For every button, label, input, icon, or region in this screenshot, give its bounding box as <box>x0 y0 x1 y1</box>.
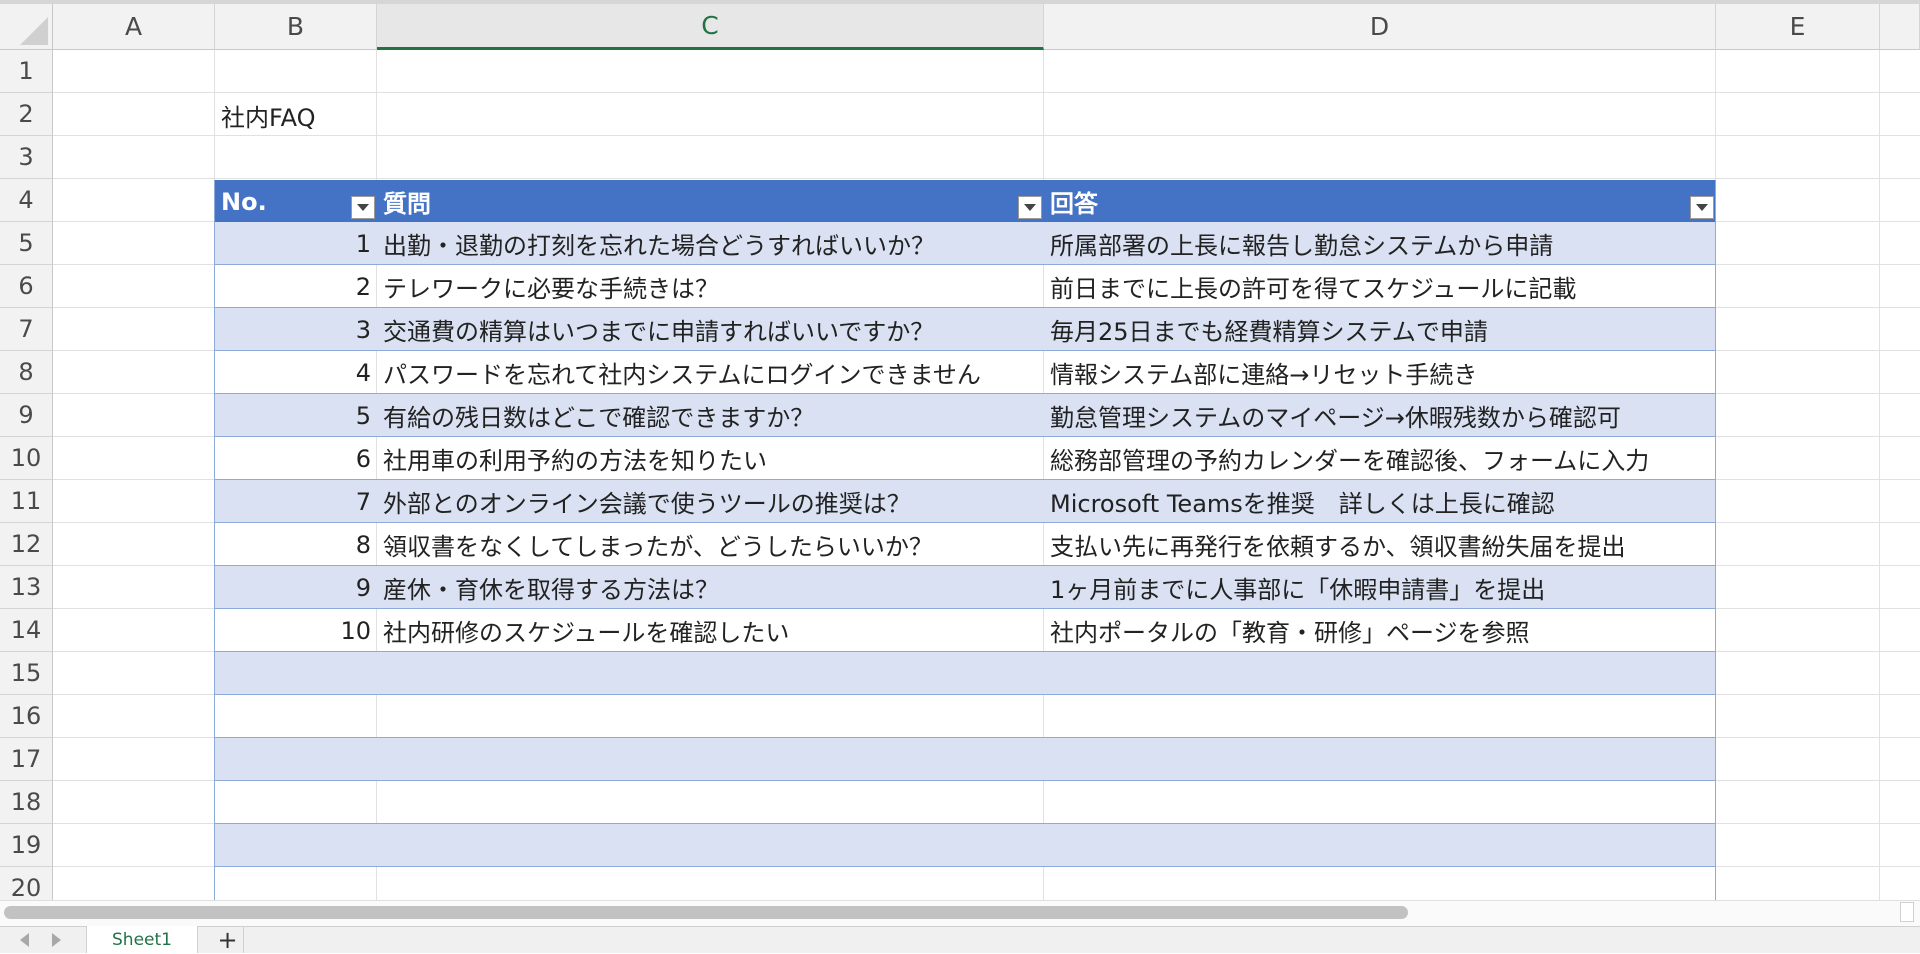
cell-answer[interactable]: 社内ポータルの「教育・研修」ページを参照 <box>1044 609 1716 652</box>
cell-answer[interactable]: Microsoft Teamsを推奨 詳しくは上長に確認 <box>1044 480 1716 523</box>
table-row <box>214 781 1716 824</box>
cell-question[interactable]: 産休・育休を取得する方法は？ <box>377 566 1044 609</box>
cell-question[interactable]: テレワークに必要な手続きは？ <box>377 265 1044 308</box>
cell-no[interactable]: 4 <box>215 351 377 394</box>
cell-question[interactable]: 社用車の利用予約の方法を知りたい <box>377 437 1044 480</box>
tab-scroll-left-icon[interactable] <box>20 933 29 947</box>
row-header[interactable]: 3 <box>0 136 53 179</box>
cell-no[interactable]: 1 <box>215 222 377 265</box>
column-header-b[interactable]: B <box>215 4 377 50</box>
column-header-d[interactable]: D <box>1044 4 1716 50</box>
cell-answer[interactable]: 情報システム部に連絡→リセット手続き <box>1044 351 1716 394</box>
row-header[interactable]: 2 <box>0 93 53 136</box>
cell-no[interactable]: 10 <box>215 609 377 652</box>
row-header[interactable]: 11 <box>0 480 53 523</box>
filter-arrow-icon <box>1024 204 1036 211</box>
row-header[interactable]: 13 <box>0 566 53 609</box>
gridline <box>53 92 1920 93</box>
cell-no[interactable]: 2 <box>215 265 377 308</box>
row-header[interactable]: 9 <box>0 394 53 437</box>
filter-dropdown-no[interactable] <box>351 196 375 219</box>
cell-answer[interactable]: 支払い先に再発行を依頼するか、領収書紛失届を提出 <box>1044 523 1716 566</box>
select-all-triangle-icon <box>20 17 48 45</box>
filter-dropdown-answer[interactable] <box>1690 196 1714 219</box>
cell-question[interactable]: パスワードを忘れて社内システムにログインできません <box>377 351 1044 394</box>
cell-no[interactable]: 6 <box>215 437 377 480</box>
cell-no[interactable]: 5 <box>215 394 377 437</box>
row-header[interactable]: 8 <box>0 351 53 394</box>
row-header[interactable]: 6 <box>0 265 53 308</box>
cell-question[interactable]: 外部とのオンライン会議で使うツールの推奨は？ <box>377 480 1044 523</box>
header-question[interactable]: 質問 <box>377 180 1044 223</box>
column-header-f[interactable] <box>1880 4 1920 50</box>
add-sheet-button[interactable]: + <box>212 926 244 954</box>
header-answer[interactable]: 回答 <box>1044 180 1716 223</box>
table-row <box>214 824 1716 867</box>
tab-scroll-right-icon[interactable] <box>52 933 61 947</box>
cell-answer[interactable]: 毎月25日までも経費精算システムで申請 <box>1044 308 1716 351</box>
horizontal-scrollbar-thumb[interactable] <box>4 906 1408 919</box>
cell-question[interactable]: 交通費の精算はいつまでに申請すればいいですか？ <box>377 308 1044 351</box>
filter-dropdown-question[interactable] <box>1018 196 1042 219</box>
row-header[interactable]: 12 <box>0 523 53 566</box>
row-header[interactable]: 16 <box>0 695 53 738</box>
select-all-corner[interactable] <box>0 4 53 50</box>
cell-no[interactable]: 3 <box>215 308 377 351</box>
sheet-tab-sheet1[interactable]: Sheet1 <box>86 926 198 953</box>
table-row <box>214 695 1716 738</box>
row-header[interactable]: 10 <box>0 437 53 480</box>
filter-arrow-icon <box>1696 204 1708 211</box>
cell-answer[interactable]: 総務部管理の予約カレンダーを確認後、フォームに入力 <box>1044 437 1716 480</box>
cell-question[interactable]: 社内研修のスケジュールを確認したい <box>377 609 1044 652</box>
column-header-e[interactable]: E <box>1716 4 1880 50</box>
cell-question[interactable]: 有給の残日数はどこで確認できますか？ <box>377 394 1044 437</box>
column-header-c[interactable]: C <box>377 4 1044 50</box>
table-row <box>214 738 1716 781</box>
table-left-border <box>214 180 215 900</box>
row-header[interactable]: 4 <box>0 179 53 222</box>
row-header[interactable]: 17 <box>0 738 53 781</box>
cell-question[interactable]: 領収書をなくしてしまったが、どうしたらいいか？ <box>377 523 1044 566</box>
row-header[interactable]: 7 <box>0 308 53 351</box>
filter-arrow-icon <box>357 204 369 211</box>
cell-no[interactable]: 8 <box>215 523 377 566</box>
row-header[interactable]: 15 <box>0 652 53 695</box>
row-header[interactable]: 19 <box>0 824 53 867</box>
scrollbar-end-cap <box>1900 902 1914 922</box>
table-right-border <box>1715 180 1716 900</box>
row-header[interactable]: 5 <box>0 222 53 265</box>
sheet-title[interactable]: 社内FAQ <box>215 94 375 137</box>
cell-question[interactable]: 出勤・退勤の打刻を忘れた場合どうすればいいか？ <box>377 222 1044 265</box>
cell-answer[interactable]: 所属部署の上長に報告し勤怠システムから申請 <box>1044 222 1716 265</box>
cell-answer[interactable]: 前日までに上長の許可を得てスケジュールに記載 <box>1044 265 1716 308</box>
row-header[interactable]: 1 <box>0 50 53 93</box>
cell-answer[interactable]: 1ヶ月前までに人事部に「休暇申請書」を提出 <box>1044 566 1716 609</box>
cell-no[interactable]: 7 <box>215 480 377 523</box>
sheet-tab-bar <box>0 926 1920 953</box>
gridline <box>53 178 1920 179</box>
row-header[interactable]: 14 <box>0 609 53 652</box>
row-header[interactable]: 18 <box>0 781 53 824</box>
column-header-a[interactable]: A <box>53 4 215 50</box>
cell-answer[interactable]: 勤怠管理システムのマイページ→休暇残数から確認可 <box>1044 394 1716 437</box>
table-row <box>214 652 1716 695</box>
cell-no[interactable]: 9 <box>215 566 377 609</box>
